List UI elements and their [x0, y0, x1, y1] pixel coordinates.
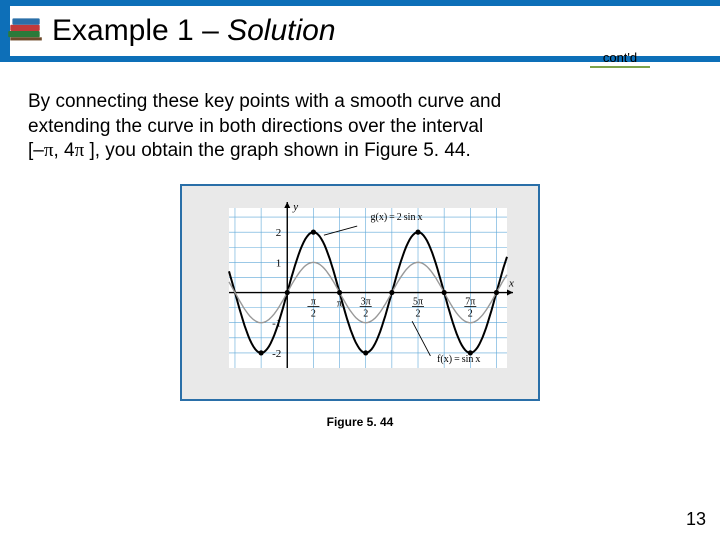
- body-line3a: [–: [28, 140, 44, 161]
- svg-text:2: 2: [363, 309, 368, 320]
- svg-text:2: 2: [311, 309, 316, 320]
- body-paragraph: By connecting these key points with a sm…: [28, 90, 688, 164]
- title-plain: Example 1 –: [52, 14, 227, 47]
- page-number: 13: [686, 509, 706, 530]
- figure-wrap: -2-112π2π3π25π27π2xyg(x) = 2 sin xf(x) =…: [180, 184, 540, 429]
- contd-label: cont'd: [590, 50, 650, 68]
- sine-chart: -2-112π2π3π25π27π2xyg(x) = 2 sin xf(x) =…: [195, 194, 525, 384]
- chart-box: -2-112π2π3π25π27π2xyg(x) = 2 sin xf(x) =…: [180, 184, 540, 401]
- slide-title: Example 1 – Solution: [52, 14, 336, 48]
- body-line3b: , 4: [53, 140, 74, 161]
- svg-text:1: 1: [276, 257, 282, 269]
- svg-text:2: 2: [468, 309, 473, 320]
- figure-caption: Figure 5. 44: [180, 415, 540, 429]
- body-line2: extending the curve in both directions o…: [28, 116, 483, 137]
- svg-text:5π: 5π: [413, 297, 423, 308]
- svg-text:2: 2: [416, 309, 421, 320]
- contd-text: cont'd: [590, 50, 650, 65]
- svg-text:3π: 3π: [361, 297, 371, 308]
- header-inner: Example 1 – Solution: [10, 6, 720, 56]
- svg-text:7π: 7π: [465, 297, 475, 308]
- svg-text:y: y: [292, 201, 298, 213]
- pi-symbol-1: π: [44, 140, 54, 161]
- contd-underline: [590, 66, 650, 68]
- svg-text:2: 2: [276, 227, 282, 239]
- svg-text:x: x: [508, 278, 514, 290]
- svg-text:g(x) = 2 sin x: g(x) = 2 sin x: [370, 212, 422, 223]
- body-line1: By connecting these key points with a sm…: [28, 91, 501, 112]
- svg-text:-2: -2: [272, 348, 281, 360]
- svg-text:f(x) = sin x: f(x) = sin x: [437, 354, 480, 365]
- body-line3c: ], you obtain the graph shown in Figure …: [84, 140, 471, 161]
- pi-symbol-2: π: [75, 140, 85, 161]
- books-icon: [4, 10, 46, 52]
- svg-text:π: π: [311, 297, 316, 308]
- title-italic: Solution: [227, 14, 335, 47]
